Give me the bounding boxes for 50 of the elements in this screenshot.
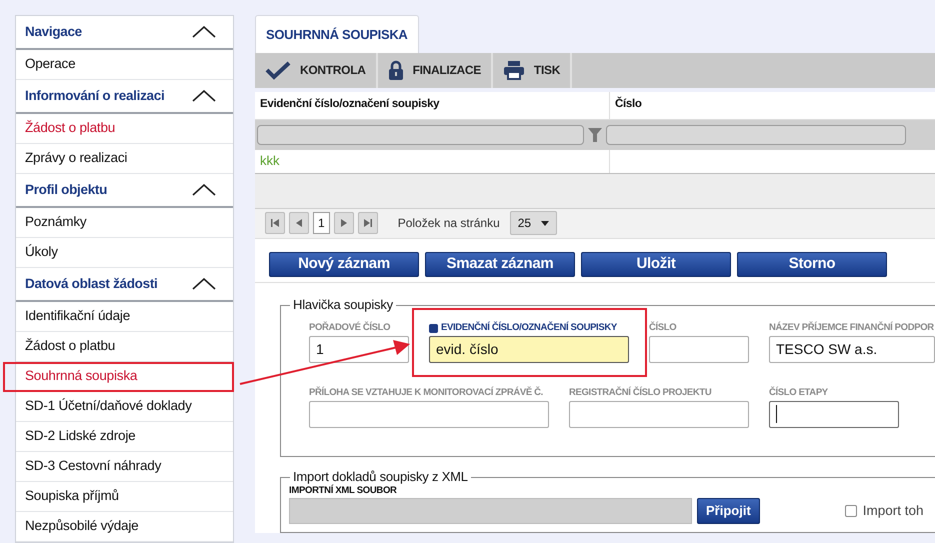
toolbar-button[interactable]: KONTROLA [255, 52, 378, 88]
sidebar-item[interactable]: Poznámky [16, 208, 233, 238]
fieldset-title: Hlavička soupisky [290, 296, 396, 312]
input-field[interactable]: TESCO SW a.s. [769, 336, 935, 362]
field-label: REGISTRAČNÍ ČÍSLO PROJEKTU [569, 386, 712, 400]
section-header[interactable]: Profil objektu [16, 174, 233, 208]
toolbar-button[interactable]: TISK [492, 52, 572, 88]
action-button[interactable]: Nový záznam [269, 252, 419, 276]
field-label: IMPORTNÍ XML SOUBOR [289, 484, 398, 498]
action-button[interactable]: Smazat záznam [425, 252, 575, 276]
action-button[interactable]: Uložit [581, 252, 731, 276]
section-title: Informování o realizaci [25, 86, 164, 105]
sidebar-item[interactable]: Zprávy o realizaci [16, 144, 233, 174]
sidebar-item[interactable]: Operace [16, 50, 233, 80]
toolbar-button[interactable]: FINALIZACE [378, 52, 493, 88]
sidebar-item[interactable]: Souhrnná soupiska [16, 362, 233, 392]
column-header[interactable]: Číslo [610, 96, 642, 114]
section-header[interactable]: Datová oblast žádosti [16, 268, 233, 302]
page-size-select[interactable]: 25 [510, 211, 557, 235]
sidebar-item[interactable]: Nezpůsobilé výdaje [16, 512, 233, 542]
sidebar-item[interactable]: Identifikační údaje [16, 302, 233, 332]
input-field[interactable]: evid. číslo [429, 336, 629, 362]
tab[interactable]: SOUHRNNÁ SOUPISKA [255, 15, 419, 52]
section-header[interactable]: Informování o realizaci [16, 80, 233, 114]
field-label: EVIDENČNÍ ČÍSLO/OZNAČENÍ SOUPISKY [429, 322, 629, 336]
page-number-field[interactable]: 1 [313, 212, 330, 234]
action-button[interactable]: Storno [737, 252, 887, 276]
sidebar-item[interactable]: Žádost o platbu [16, 332, 233, 362]
sidebar-item[interactable]: Úkoly [16, 238, 233, 268]
column-header[interactable]: Evidenční číslo/označení soupisky [255, 92, 610, 118]
page-size-label: Položek na stránku [398, 215, 500, 232]
section-title: Navigace [25, 22, 82, 41]
section-header[interactable]: Navigace [16, 16, 233, 50]
sidebar-item[interactable]: SD-3 Cestovní náhrady [16, 452, 233, 482]
attach-button[interactable]: Připojit [697, 498, 760, 524]
field-label: POŘADOVÉ ČÍSLO [309, 322, 392, 336]
sidebar-item[interactable]: SD-1 Účetní/daňové doklady [16, 392, 233, 422]
section-title: Profil objektu [25, 180, 108, 199]
field-label: ČÍSLO ETAPY [769, 386, 829, 400]
field-label: ČÍSLO [649, 322, 678, 336]
field-label: PŘÍLOHA SE VZTAHUJE K MONITOROVACÍ ZPRÁVĚ Č. [309, 386, 544, 400]
table-cell: kkk [255, 150, 610, 172]
field-label: NÁZEV PŘÍJEMCE FINANČNÍ PODPOR [769, 322, 935, 336]
checkbox-label: Import toh [862, 502, 924, 520]
fieldset-title: Import dokladů soupisky z XML [290, 468, 471, 484]
sidebar-item[interactable]: Žádost o platbu [16, 114, 233, 144]
section-title: Datová oblast žádosti [25, 274, 158, 293]
sidebar-item[interactable]: SD-2 Lidské zdroje [16, 422, 233, 452]
input-field[interactable]: 1 [309, 336, 409, 362]
sidebar-item[interactable]: Soupiska příjmů [16, 482, 233, 512]
